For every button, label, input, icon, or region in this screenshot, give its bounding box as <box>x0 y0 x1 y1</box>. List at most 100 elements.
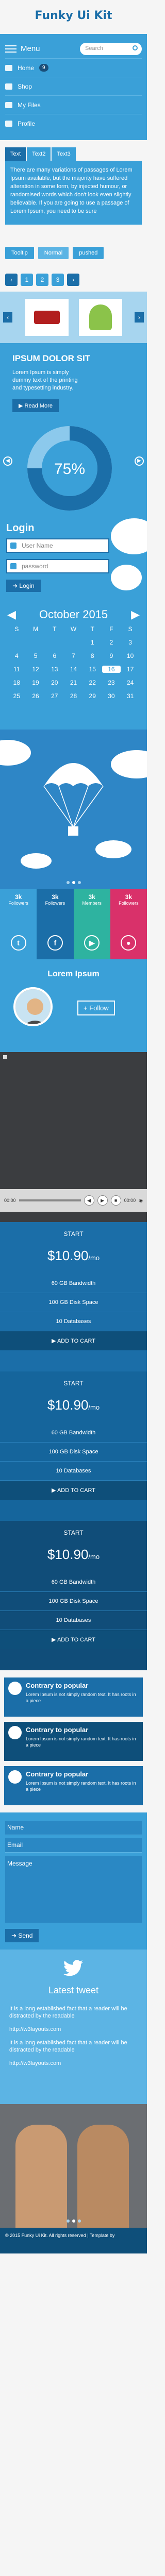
menu-item-home[interactable]: Home 9 <box>5 59 142 77</box>
facebook-button[interactable]: f <box>37 926 74 959</box>
calendar-day[interactable]: 18 <box>7 679 26 686</box>
page-3-button[interactable]: 3 <box>52 274 64 286</box>
follow-button[interactable]: + Follow <box>77 1001 115 1015</box>
username-field[interactable]: User Name <box>6 538 109 553</box>
calendar-day[interactable]: 12 <box>26 666 45 673</box>
calendar-next-icon[interactable]: ▶ <box>131 608 140 621</box>
calendar-day[interactable]: 10 <box>121 652 140 659</box>
calendar-prev-icon[interactable]: ◀ <box>7 608 16 621</box>
calendar-day[interactable]: 14 <box>64 666 83 673</box>
slide-dot[interactable] <box>66 881 70 884</box>
pricing-table: START $10.90/mo 60 GB Bandwidth 100 GB D… <box>0 1222 147 1371</box>
pushed-button[interactable]: pushed <box>73 247 104 259</box>
name-field[interactable]: Name <box>5 1821 142 1835</box>
calendar-day[interactable]: 5 <box>26 652 45 659</box>
calendar-day[interactable]: 15 <box>83 666 102 673</box>
calendar-day[interactable]: 1 <box>83 639 102 646</box>
calendar-day[interactable]: 2 <box>102 639 121 646</box>
latest-tweet: Latest tweet It is a long established fa… <box>0 1950 147 2104</box>
read-more-button[interactable]: ▶ Read More <box>12 399 59 412</box>
slide-dot[interactable] <box>66 2219 70 2223</box>
slide-dot-active[interactable] <box>72 881 75 884</box>
calendar-day[interactable]: 25 <box>7 692 26 700</box>
calendar-day[interactable]: 30 <box>102 692 121 700</box>
calendar-day[interactable]: 6 <box>45 652 64 659</box>
calendar-day[interactable]: 26 <box>26 692 45 700</box>
volume-icon[interactable]: ◉ <box>139 1198 143 1204</box>
calendar-day[interactable]: 31 <box>121 692 140 700</box>
calendar-blank <box>64 639 83 646</box>
calendar-day[interactable]: 3 <box>121 639 140 646</box>
calendar-day[interactable]: 19 <box>26 679 45 686</box>
calendar-day[interactable]: 23 <box>102 679 121 686</box>
dribbble-button[interactable]: ● <box>110 926 147 959</box>
avatar <box>13 987 53 1026</box>
calendar-day[interactable]: 21 <box>64 679 83 686</box>
page-2-button[interactable]: 2 <box>36 274 48 286</box>
stop-icon[interactable]: ■ <box>110 1195 121 1206</box>
tooltip-button[interactable]: Tooltip <box>5 247 34 259</box>
calendar-day[interactable]: 27 <box>45 692 64 700</box>
calendar-day[interactable]: 7 <box>64 652 83 659</box>
rewind-icon[interactable]: ◀ <box>84 1195 94 1206</box>
password-field[interactable]: password <box>6 559 109 573</box>
tab-text3[interactable]: Text3 <box>52 147 76 161</box>
email-field[interactable]: Email <box>5 1838 142 1853</box>
login-button[interactable]: ➜ Login <box>6 580 41 592</box>
calendar-day[interactable]: 28 <box>64 692 83 700</box>
calendar-day[interactable]: 16 <box>102 666 121 673</box>
calendar-day[interactable]: 13 <box>45 666 64 673</box>
add-to-cart-button[interactable]: ▶ ADD TO CART <box>0 1630 147 1649</box>
tweet-link[interactable]: http://w3layouts.com <box>0 2057 147 2070</box>
slider-next-arrow[interactable]: › <box>135 312 144 323</box>
calendar-day[interactable]: 20 <box>45 679 64 686</box>
prev-page-button[interactable]: ‹ <box>5 274 18 286</box>
search-input[interactable]: Search <box>80 42 142 55</box>
tweet-link[interactable]: http://w3layouts.com <box>0 2023 147 2036</box>
user-icon <box>8 1770 22 1784</box>
tab-text[interactable]: Text <box>5 147 26 161</box>
menu-item-label: Home <box>18 64 35 72</box>
testimonial-card: Contrary to popular Lorem Ipsum is not si… <box>4 1677 143 1717</box>
video-progress-bar[interactable] <box>19 1199 81 1201</box>
page-1-button[interactable]: 1 <box>21 274 33 286</box>
twitter-button[interactable]: t <box>0 926 37 959</box>
hamburger-icon[interactable] <box>5 45 16 53</box>
calendar-day[interactable]: 11 <box>7 666 26 673</box>
normal-button[interactable]: Normal <box>38 247 69 259</box>
slider-prev-arrow[interactable]: ‹ <box>3 312 12 323</box>
next-page-button[interactable]: › <box>67 274 79 286</box>
add-to-cart-button[interactable]: ▶ ADD TO CART <box>0 1331 147 1350</box>
calendar-day[interactable]: 24 <box>121 679 140 686</box>
donut-next-arrow[interactable]: ▶ <box>135 456 144 466</box>
calendar-grid: S M T W T F S 1 2 3 4 5 6 7 8 9 10 11 12 13 14 15 16 17 18 19 20 21… <box>7 625 140 700</box>
calendar-day[interactable]: 8 <box>83 652 102 659</box>
menu-item-files[interactable]: My Files <box>5 96 142 114</box>
message-field[interactable]: Message <box>5 1856 142 1923</box>
testimonial-text: Lorem Ipsum is not simply random text. I… <box>26 1736 136 1748</box>
menu-item-profile[interactable]: Profile <box>5 114 142 133</box>
calendar-blank <box>7 639 26 646</box>
pricing-table: START $10.90/mo 60 GB Bandwidth 100 GB D… <box>0 1371 147 1521</box>
add-to-cart-button[interactable]: ▶ ADD TO CART <box>0 1481 147 1500</box>
folder-icon <box>5 101 12 108</box>
slide-dot[interactable] <box>77 2219 81 2223</box>
calendar-day[interactable]: 17 <box>121 666 140 673</box>
price-period: /mo <box>88 1553 100 1561</box>
calendar-day[interactable]: 9 <box>102 652 121 659</box>
profile-card: Lorem Ipsum + Follow <box>0 959 147 1052</box>
tab-text2[interactable]: Text2 <box>27 147 51 161</box>
calendar-day[interactable]: 4 <box>7 652 26 659</box>
calendar: ◀ October 2015 ▶ S M T W T F S 1 2 3 4 5 6 7 8 9 10 11 12 1… <box>0 601 147 730</box>
slide-dot[interactable] <box>77 881 81 884</box>
calendar-day[interactable]: 22 <box>83 679 102 686</box>
calendar-day[interactable]: 29 <box>83 692 102 700</box>
send-button[interactable]: ➜ Send <box>5 1929 39 1942</box>
play-icon[interactable]: ▶ <box>97 1195 108 1206</box>
search-icon[interactable] <box>133 45 138 50</box>
menu-item-shop[interactable]: Shop <box>5 77 142 96</box>
donut-prev-arrow[interactable]: ◀ <box>3 456 12 466</box>
stat-label: Followers <box>119 901 139 906</box>
youtube-button[interactable]: ▶ <box>73 926 110 959</box>
slide-dot-active[interactable] <box>72 2219 75 2223</box>
